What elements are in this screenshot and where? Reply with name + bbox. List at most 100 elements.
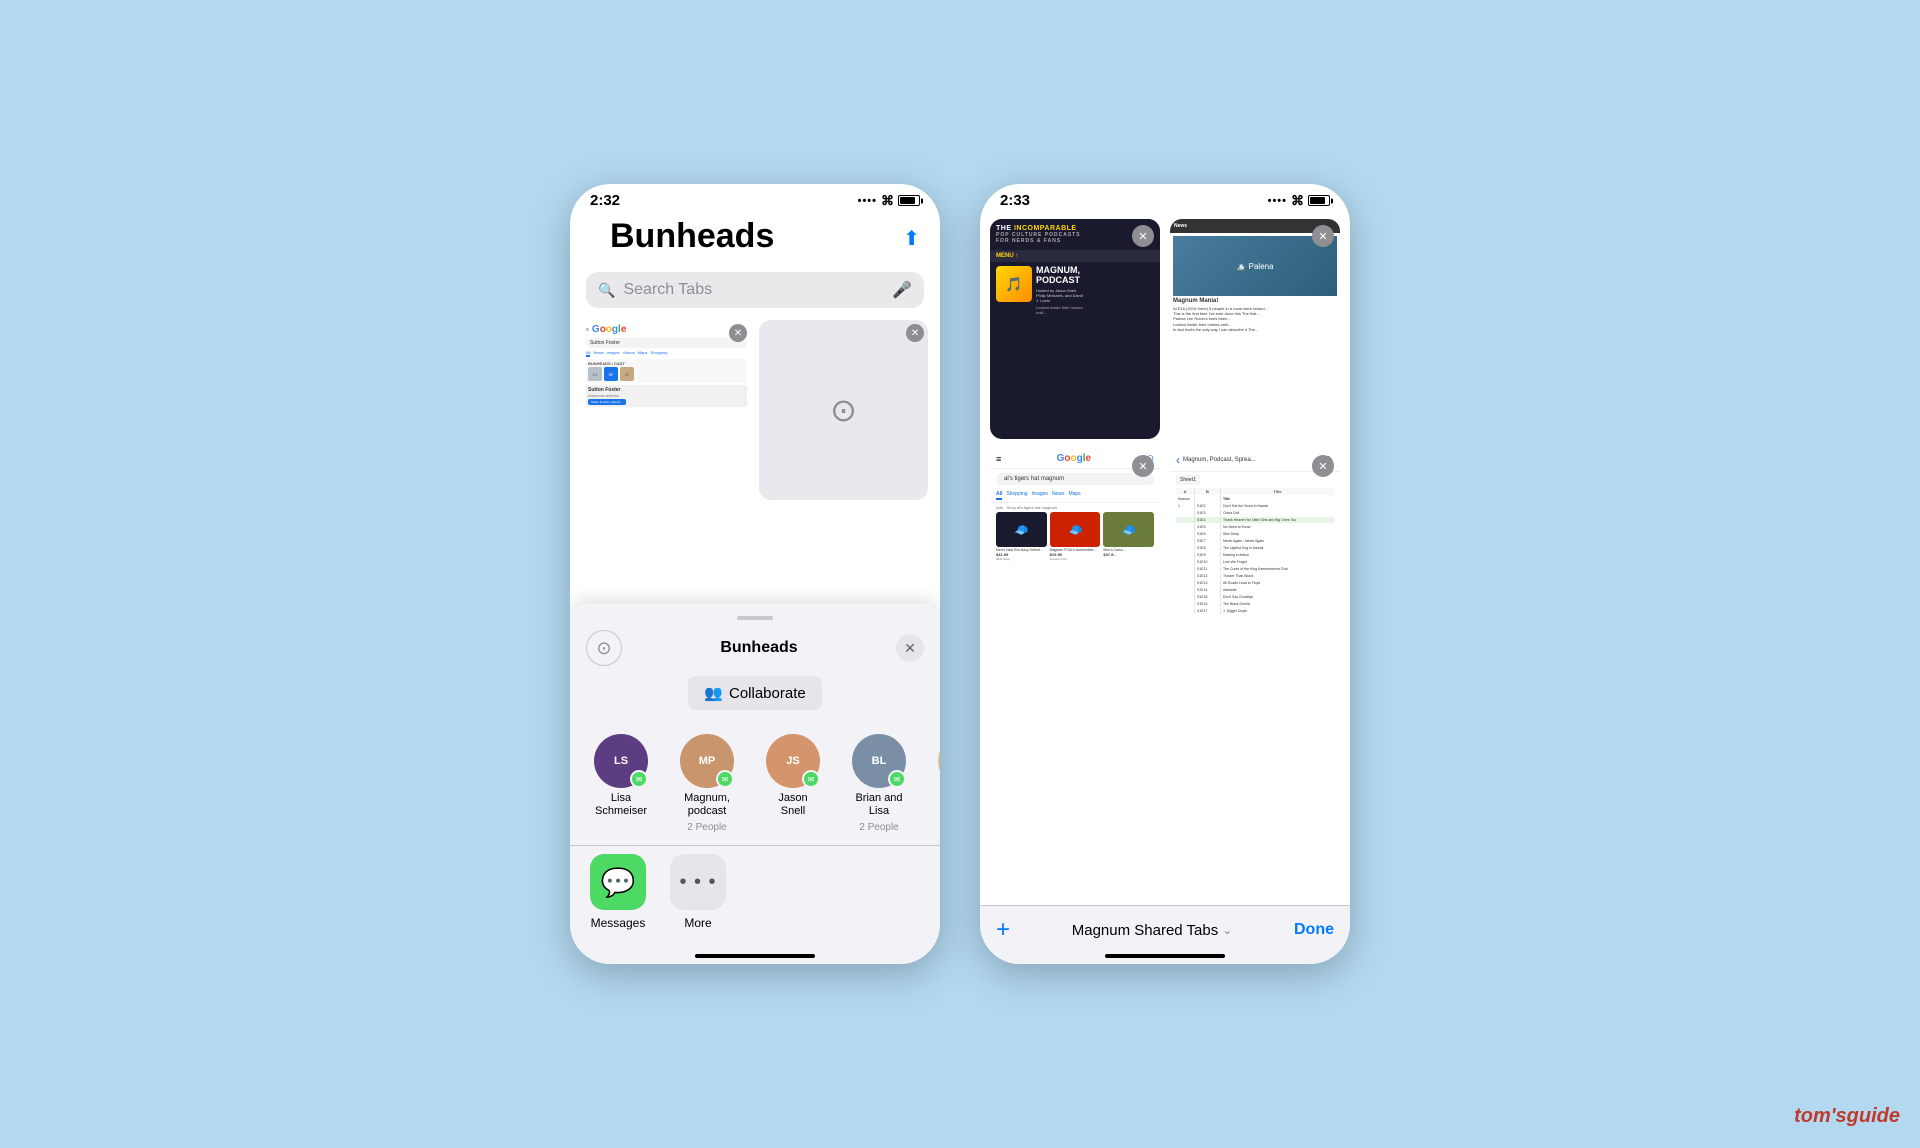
- share-icon[interactable]: ⬆: [903, 226, 920, 251]
- sheet-row-11: S1E12 Thicker Than Blood: [1176, 573, 1334, 579]
- mic-icon[interactable]: 🎤: [892, 280, 912, 300]
- sheet-row-10: S1E11 The Curse of the King Kamehameha C…: [1176, 566, 1334, 572]
- share-compass-icon: ⊙: [586, 630, 622, 666]
- sheet-row-header: Season Title: [1176, 496, 1334, 502]
- add-tab-button[interactable]: +: [996, 916, 1010, 944]
- time-left: 2:32: [590, 192, 620, 209]
- sheet-row-1: 1 S1E2 Don't Eat the Snow in Hawaii: [1176, 503, 1334, 509]
- close-spreadsheet[interactable]: ✕: [1312, 455, 1334, 477]
- tab-group-label: Magnum Shared Tabs: [1072, 922, 1218, 939]
- status-bar-left: 2:32 •••• ⌘: [570, 184, 940, 213]
- messages-badge-brian: ✉: [888, 770, 906, 788]
- app-more[interactable]: • • • More: [670, 854, 726, 930]
- tabs-grid: ✕ THE INCOMPARABLE POP CULTURE PODCASTSF…: [990, 219, 1340, 669]
- tab-preview-google: ≡ Google ⊙ al's tigers hat magnum All Sh…: [990, 449, 1160, 669]
- sheet-tab-label: Sheet1: [1176, 475, 1200, 485]
- shop-item-1: 🧢 Men's New Era Navy Detroit... $41.99 M…: [996, 512, 1047, 561]
- share-sheet: ⊙ Bunheads ✕ 👥 Collaborate LS: [570, 604, 940, 964]
- time-right: 2:33: [1000, 192, 1030, 209]
- home-indicator-right: [1105, 954, 1225, 958]
- toms-brand: tom's: [1794, 1105, 1847, 1127]
- contact-magnum[interactable]: MP ✉ Magnum, podcast 2 People: [672, 734, 742, 833]
- sheet-row-14: S1E15 Don't Say Goodbye: [1176, 594, 1334, 600]
- shop-item-store-2: Amazon.com: [1050, 557, 1101, 561]
- contacts-row: LS ✉ LisaSchmeiser MP ✉ Mag: [570, 734, 940, 845]
- app-messages[interactable]: 💬 Messages: [590, 854, 646, 930]
- tab-google-search[interactable]: ✕ ≡ Google ⊙ al's tigers hat magnum: [990, 449, 1160, 669]
- tab-card-1[interactable]: ✕ ≡ Google Sutton Foster All NewsImagesV…: [582, 320, 751, 500]
- sheet-row-6: S1E7 Never Again...Never Again: [1176, 538, 1334, 544]
- close-tab-2[interactable]: ✕: [906, 324, 924, 342]
- signal-icon: ••••: [858, 195, 877, 207]
- right-phone: 2:33 •••• ⌘ ✕ THE INCOMPARABLE POP CU: [980, 184, 1350, 964]
- shop-item-store-1: MLB Shop: [996, 557, 1047, 561]
- shop-item-img-3: 🧢: [1103, 512, 1154, 547]
- shop-item-img-1: 🧢: [996, 512, 1047, 547]
- contact-sub-brian: 2 People: [859, 822, 898, 833]
- status-bar-right: 2:33 •••• ⌘: [980, 184, 1350, 213]
- more-icon: • • •: [670, 854, 726, 910]
- battery-icon: [898, 195, 920, 206]
- done-button[interactable]: Done: [1294, 921, 1334, 939]
- search-icon: 🔍: [598, 282, 615, 299]
- sheet-title-text: Magnum, Podcast, Sprea...: [1183, 457, 1323, 463]
- sheet-row-7: S1E8 The Ugliest Dog in Hawaii: [1176, 545, 1334, 551]
- wifi-icon-right: ⌘: [1291, 193, 1304, 209]
- tab-nav-links: All NewsImagesVideosMapsShopping: [586, 350, 747, 357]
- mania-content: 🏔️ Palena Magnum Mania! At E16 (2019 the…: [1170, 233, 1340, 335]
- page-title: Bunheads: [590, 213, 794, 264]
- contact-summ[interactable]: S ✉ Summ... 3: [930, 734, 940, 833]
- tab-incomparable[interactable]: ✕ THE INCOMPARABLE POP CULTURE PODCASTSF…: [990, 219, 1160, 439]
- share-header: ⊙ Bunheads ✕: [570, 630, 940, 676]
- sheet-row-8: S1E9 Missing in Action: [1176, 552, 1334, 558]
- close-google-search[interactable]: ✕: [1132, 455, 1154, 477]
- collaborate-icon: 👥: [704, 684, 723, 702]
- search-placeholder: Search Tabs: [623, 281, 884, 299]
- close-incomparable[interactable]: ✕: [1132, 225, 1154, 247]
- google-tabs-row: All ShoppingImagesNewsMaps: [990, 489, 1160, 503]
- shop-item-3: 🧢 Men's Camo... $37.9...: [1103, 512, 1154, 561]
- mania-hero-image: 🏔️ Palena: [1173, 236, 1337, 296]
- google-search-box: al's tigers hat magnum: [996, 473, 1154, 485]
- messages-badge-magnum: ✉: [716, 770, 734, 788]
- share-handle: [737, 616, 773, 620]
- page-header: Bunheads ⬆: [570, 213, 940, 272]
- share-sheet-title: Bunheads: [622, 639, 896, 657]
- messages-badge-jason: ✉: [802, 770, 820, 788]
- sheet-row-3: S1E4 Thank Heaven for Little Girls and B…: [1176, 517, 1334, 523]
- toms-guide-watermark: tom'sguide: [1794, 1105, 1900, 1128]
- contact-name-jason: JasonSnell: [778, 792, 807, 818]
- contact-jason[interactable]: JS ✉ JasonSnell: [758, 734, 828, 833]
- contact-brian-lisa[interactable]: BL ✉ Brian and Lisa 2 People: [844, 734, 914, 833]
- tabs-grid-container: ✕ THE INCOMPARABLE POP CULTURE PODCASTSF…: [980, 213, 1350, 679]
- tab-spreadsheet[interactable]: ✕ ‹ Magnum, Podcast, Sprea... ✎ Sheet1 A…: [1170, 449, 1340, 669]
- contact-lisa[interactable]: LS ✉ LisaSchmeiser: [586, 734, 656, 833]
- sutton-box: Sutton Foster American actress Share & o…: [586, 385, 747, 407]
- sheet-row-2: S1E3 China Doll: [1176, 510, 1334, 516]
- tab-card-2[interactable]: ✕ ⊙: [759, 320, 928, 500]
- wifi-icon: ⌘: [881, 193, 894, 209]
- search-bar[interactable]: 🔍 Search Tabs 🎤: [586, 272, 924, 308]
- sheet-row-9: S1E10 Lest We Forget: [1176, 559, 1334, 565]
- sheet-row-16: S1E17 J. Digger Doyle: [1176, 608, 1334, 614]
- share-close-button[interactable]: ✕: [896, 634, 924, 662]
- close-tab-1[interactable]: ✕: [729, 324, 747, 342]
- tab-group-name[interactable]: Magnum Shared Tabs ⌄: [1072, 922, 1233, 939]
- sheet-row-12: S1E13 All Roads Lead to Floyd: [1176, 580, 1334, 586]
- tab-magnum-mania[interactable]: ✕ News 🏔️ Palena Magnum Mania! At E16 (2…: [1170, 219, 1340, 439]
- incomparable-menu: MENU ↑: [990, 250, 1160, 262]
- collaborate-label: Collaborate: [729, 685, 806, 702]
- collaborate-button[interactable]: 👥 Collaborate: [688, 676, 821, 710]
- home-indicator-left: [695, 954, 815, 958]
- close-magnum-mania[interactable]: ✕: [1312, 225, 1334, 247]
- chevron-down-icon: ⌄: [1222, 923, 1232, 937]
- tab-preview-incomparable: THE INCOMPARABLE POP CULTURE PODCASTSFOR…: [990, 219, 1160, 439]
- sheet-header: A B Title: [1176, 488, 1334, 495]
- avatar-summ: S: [938, 734, 940, 788]
- contact-name-lisa: LisaSchmeiser: [595, 792, 647, 818]
- tab-preview-spreadsheet: ‹ Magnum, Podcast, Sprea... ✎ Sheet1 A B…: [1170, 449, 1340, 669]
- col-title: Title: [1221, 488, 1334, 495]
- sheet-row-4: S1E5 No Need to Know: [1176, 524, 1334, 530]
- podcast-card: 🎵 MAGNUM,PODCAST Hosted by Jason Snell,P…: [990, 262, 1160, 439]
- sheet-row-5: S1E6 Skin Deep: [1176, 531, 1334, 537]
